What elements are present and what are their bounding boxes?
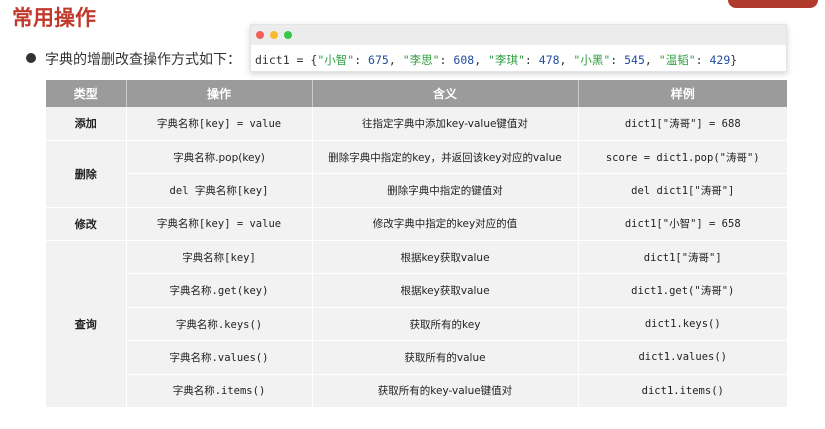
slide-title: 常用操作 [12, 6, 96, 30]
operation-cell: 字典名称[key] = value [126, 107, 313, 141]
table-row: 查询 字典名称[key] 根据key获取value dict1["涛哥"] [46, 240, 787, 409]
code-value: 478 [538, 53, 560, 67]
meaning-cell: 获取所有的value [312, 340, 579, 375]
meaning-cell: 根据key获取value [312, 273, 579, 308]
meaning-cell: 根据key获取value [312, 240, 579, 275]
code-value: 429 [709, 53, 731, 67]
meaning-cell: 获取所有的key-value键值对 [312, 374, 579, 409]
meaning-cell: 删除字典中指定的key，并返回该key对应的value [312, 140, 579, 175]
example-cell: dict1.get("涛哥") [578, 273, 787, 308]
code-close: } [730, 53, 738, 67]
table-row: 删除 字典名称.pop(key) 删除字典中指定的key，并返回该key对应的v… [46, 140, 787, 208]
meaning-cell: 获取所有的key [312, 307, 579, 342]
operation-cell: 字典名称.keys() [126, 307, 313, 342]
meaning-cell: 往指定字典中添加key-value键值对 [312, 107, 579, 141]
code-value: 545 [624, 53, 645, 67]
table-row: 字典名称.get(key) 根据key获取value dict1.get("涛哥… [46, 273, 787, 308]
corner-decoration [728, 0, 818, 8]
code-assign: = { [289, 53, 318, 67]
operation-cell: 字典名称.items() [126, 374, 313, 409]
header-meaning: 含义 [312, 80, 579, 107]
type-delete: 删除 [46, 140, 127, 208]
code-key: "小智" [317, 53, 355, 67]
type-query: 查询 [46, 240, 127, 409]
operation-cell: 字典名称[key] = value [126, 207, 313, 242]
header-operation: 操作 [126, 80, 313, 107]
operation-cell: 字典名称.get(key) [126, 273, 313, 308]
type-modify: 修改 [46, 207, 127, 242]
close-dot-icon [256, 31, 264, 39]
code-value: 608 [453, 53, 475, 67]
header-example: 样例 [578, 80, 787, 107]
dict-operations-table: 类型 操作 含义 样例 添加 字典名称[key] = value 往指定字典中添… [46, 80, 787, 409]
operation-cell: del 字典名称[key] [126, 173, 313, 208]
table-row: 添加 字典名称[key] = value 往指定字典中添加key-value键值… [46, 107, 787, 141]
minimize-dot-icon [270, 31, 278, 39]
code-key: "李思" [402, 53, 440, 67]
table-row: 字典名称.items() 获取所有的key-value键值对 dict1.ite… [46, 374, 787, 409]
table-row: 修改 字典名称[key] = value 修改字典中指定的key对应的值 dic… [46, 207, 787, 242]
operation-cell: 字典名称.values() [126, 340, 313, 375]
code-window-titlebar [251, 25, 786, 45]
example-cell: dict1["涛哥"] [578, 240, 787, 275]
type-add: 添加 [46, 107, 127, 141]
meaning-cell: 删除字典中指定的键值对 [312, 173, 579, 208]
example-cell: dict1.items() [578, 374, 787, 409]
bullet-text: 字典的增删改查操作方式如下： [45, 52, 241, 68]
header-type: 类型 [46, 80, 127, 107]
bullet-dot [26, 53, 36, 63]
code-value: 675 [368, 53, 389, 67]
code-key: "温韬" [658, 53, 696, 67]
code-key: "李琪" [488, 53, 525, 67]
table-row: del 字典名称[key] 删除字典中指定的键值对 del dict1["涛哥"… [46, 173, 787, 208]
meaning-cell: 修改字典中指定的key对应的值 [312, 207, 579, 242]
example-cell: dict1.keys() [578, 307, 787, 342]
example-cell: dict1.values() [578, 340, 787, 375]
operation-cell: 字典名称[key] [126, 240, 313, 275]
code-line: dict1 = {"小智": 675, "李思": 608, "李琪": 478… [255, 53, 738, 67]
code-var: dict1 [255, 53, 290, 67]
example-cell: dict1["涛哥"] = 688 [578, 107, 787, 141]
table-header-row: 类型 操作 含义 样例 [46, 80, 787, 107]
code-key: "小黑" [573, 53, 611, 67]
table-row: 字典名称.values() 获取所有的value dict1.values() [46, 340, 787, 375]
example-cell: del dict1["涛哥"] [578, 173, 787, 208]
example-cell: score = dict1.pop("涛哥") [578, 140, 787, 175]
example-cell: dict1["小智"] = 658 [578, 207, 787, 242]
table-row: 字典名称.keys() 获取所有的key dict1.keys() [46, 307, 787, 342]
maximize-dot-icon [284, 31, 292, 39]
operation-cell: 字典名称.pop(key) [126, 140, 313, 175]
code-window: dict1 = {"小智": 675, "李思": 608, "李琪": 478… [250, 24, 787, 72]
